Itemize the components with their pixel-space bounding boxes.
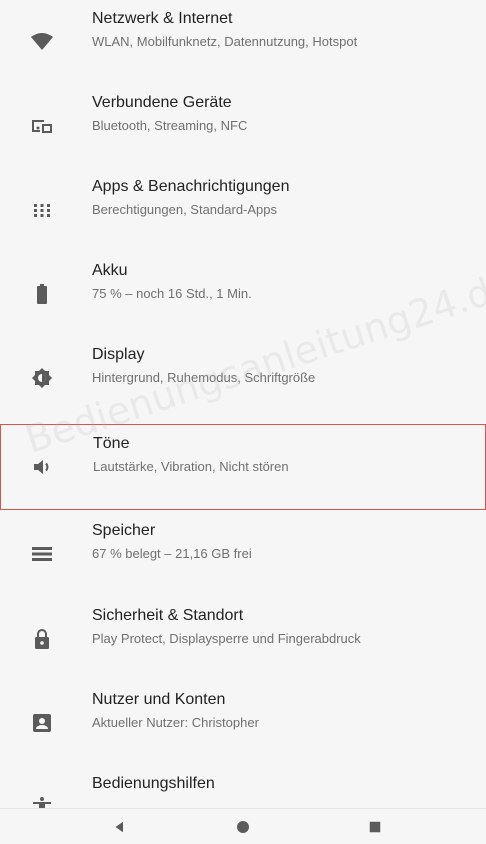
item-title: Nutzer und Konten [92, 691, 226, 708]
apps-icon [30, 198, 54, 222]
item-subtitle: Lautstärke, Vibration, Nicht stören [93, 459, 289, 474]
item-title: Apps & Benachrichtigungen [92, 178, 290, 195]
item-title: Speicher [92, 522, 156, 539]
accessibility-icon [30, 795, 54, 808]
settings-item-storage[interactable]: Speicher 67 % belegt – 21,16 GB frei [0, 512, 486, 596]
item-subtitle: Bluetooth, Streaming, NFC [92, 118, 248, 133]
item-subtitle: Hintergrund, Ruhemodus, Schriftgröße [92, 370, 316, 385]
devices-icon [30, 114, 54, 138]
item-title: Sicherheit & Standort [92, 607, 244, 624]
settings-item-display[interactable]: Display Hintergrund, Ruhemodus, Schriftg… [0, 336, 486, 420]
home-button[interactable] [233, 817, 253, 837]
wifi-icon [30, 30, 54, 54]
storage-icon [30, 542, 54, 566]
settings-item-network[interactable]: Netzwerk & Internet WLAN, Mobilfunknetz,… [0, 0, 486, 84]
settings-item-security[interactable]: Sicherheit & Standort Play Protect, Disp… [0, 597, 486, 681]
settings-item-accessibility[interactable]: Bedienungshilfen [0, 765, 486, 808]
item-title: Netzwerk & Internet [92, 10, 233, 27]
item-subtitle: Aktueller Nutzer: Christopher [92, 715, 259, 730]
item-subtitle: Berechtigungen, Standard-Apps [92, 202, 278, 217]
item-title: Bedienungshilfen [92, 775, 215, 792]
item-title: Display [92, 346, 145, 363]
back-button[interactable] [110, 817, 130, 837]
volume-icon [31, 455, 55, 479]
item-title: Akku [92, 262, 128, 279]
item-title: Verbundene Geräte [92, 94, 232, 111]
brightness-icon [30, 366, 54, 390]
recents-button[interactable] [365, 817, 385, 837]
account-icon [30, 711, 54, 735]
back-triangle-icon [115, 821, 123, 833]
recents-square-icon [369, 821, 381, 833]
settings-item-apps[interactable]: Apps & Benachrichtigungen Berechtigungen… [0, 168, 486, 252]
settings-list: Netzwerk & Internet WLAN, Mobilfunknetz,… [0, 0, 486, 808]
item-title: Töne [93, 435, 130, 452]
home-circle-icon [237, 821, 249, 833]
item-subtitle: 67 % belegt – 21,16 GB frei [92, 546, 252, 561]
item-subtitle: WLAN, Mobilfunknetz, Datennutzung, Hotsp… [92, 34, 358, 49]
lock-icon [30, 627, 54, 651]
item-subtitle: Play Protect, Displaysperre und Fingerab… [92, 631, 361, 646]
settings-item-sounds[interactable]: Töne Lautstärke, Vibration, Nicht stören [0, 424, 486, 510]
settings-item-devices[interactable]: Verbundene Geräte Bluetooth, Streaming, … [0, 84, 486, 168]
item-subtitle: 75 % – noch 16 Std., 1 Min. [92, 286, 252, 301]
battery-icon [30, 282, 54, 306]
navigation-bar [0, 808, 486, 844]
settings-item-battery[interactable]: Akku 75 % – noch 16 Std., 1 Min. [0, 252, 486, 336]
settings-item-accounts[interactable]: Nutzer und Konten Aktueller Nutzer: Chri… [0, 681, 486, 765]
